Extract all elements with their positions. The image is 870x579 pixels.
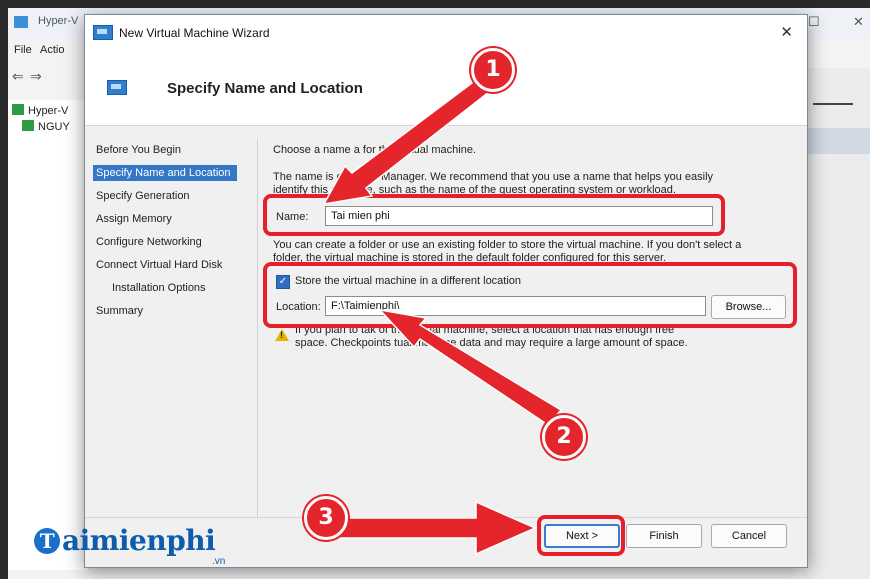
cancel-button[interactable]: Cancel xyxy=(711,524,787,548)
menu-file[interactable]: File xyxy=(14,44,32,56)
tree-item-label: Hyper-V xyxy=(28,105,69,117)
folder-text-line1: You can create a folder or use an existi… xyxy=(273,239,742,251)
watermark-suffix: .vn xyxy=(212,556,226,567)
name-field-highlight xyxy=(263,194,725,236)
page-title: Specify Name and Location xyxy=(167,80,363,97)
back-arrow-icon[interactable]: ⇐ xyxy=(12,68,24,85)
pane-divider xyxy=(813,103,853,105)
virtual-machine-icon xyxy=(107,80,127,95)
nav-step-summary[interactable]: Summary xyxy=(93,303,146,319)
nav-step-assign-memory[interactable]: Assign Memory xyxy=(93,211,175,227)
warning-text-line2: space. Checkpoints tual machine data and… xyxy=(295,337,688,349)
server-icon xyxy=(22,120,34,131)
nav-divider xyxy=(257,139,258,517)
step-badge-2: 2 xyxy=(542,415,586,459)
dialog-title: New Virtual Machine Wizard xyxy=(119,26,270,40)
maximize-icon[interactable]: ☐ xyxy=(808,14,820,30)
dialog-titlebar: New Virtual Machine Wizard ✕ xyxy=(85,15,807,49)
server-icon xyxy=(12,104,24,115)
tree-item-label: NGUY xyxy=(38,121,70,133)
actions-pane xyxy=(803,68,870,579)
hyperv-title: Hyper-V xyxy=(38,15,79,27)
hyperv-tree: Hyper-V NGUY xyxy=(8,100,89,570)
step-badge-1: 1 xyxy=(471,48,515,92)
nav-step-specify-name-location[interactable]: Specify Name and Location xyxy=(93,165,237,181)
nav-step-installation-options[interactable]: Installation Options xyxy=(109,280,209,296)
close-icon[interactable]: ✕ xyxy=(853,14,864,30)
actions-pane-header xyxy=(803,128,870,154)
dialog-close-icon[interactable]: ✕ xyxy=(780,23,793,41)
location-field-highlight xyxy=(263,262,797,328)
wizard-header: Specify Name and Location xyxy=(85,49,807,126)
footer-divider xyxy=(85,517,807,518)
tree-item-host[interactable]: NGUY xyxy=(22,120,70,133)
finish-button[interactable]: Finish xyxy=(626,524,702,548)
forward-arrow-icon[interactable]: ⇒ xyxy=(30,68,42,85)
wizard-steps-nav: Before You Begin Specify Name and Locati… xyxy=(85,125,257,517)
taimienphi-watermark: Taimienphi xyxy=(34,524,216,557)
virtual-machine-icon xyxy=(93,25,113,40)
watermark-text: aimienphi xyxy=(62,524,216,557)
recommend-text-line1: The name is d yper-V Manager. We recomme… xyxy=(273,171,714,183)
tree-item-hyperv[interactable]: Hyper-V xyxy=(12,104,68,117)
nav-step-specify-generation[interactable]: Specify Generation xyxy=(93,188,193,204)
intro-text: Choose a name a for this virtual machine… xyxy=(273,144,476,156)
taimienphi-logo-icon: T xyxy=(34,528,60,554)
nav-step-connect-vhd[interactable]: Connect Virtual Hard Disk xyxy=(93,257,225,273)
menu-action[interactable]: Actio xyxy=(40,44,64,56)
step-badge-3: 3 xyxy=(304,496,348,540)
warning-icon xyxy=(275,329,289,341)
next-button-highlight xyxy=(537,515,625,556)
nav-step-configure-networking[interactable]: Configure Networking xyxy=(93,234,205,250)
hyperv-app-icon xyxy=(14,16,28,28)
nav-step-before-you-begin[interactable]: Before You Begin xyxy=(93,142,184,158)
